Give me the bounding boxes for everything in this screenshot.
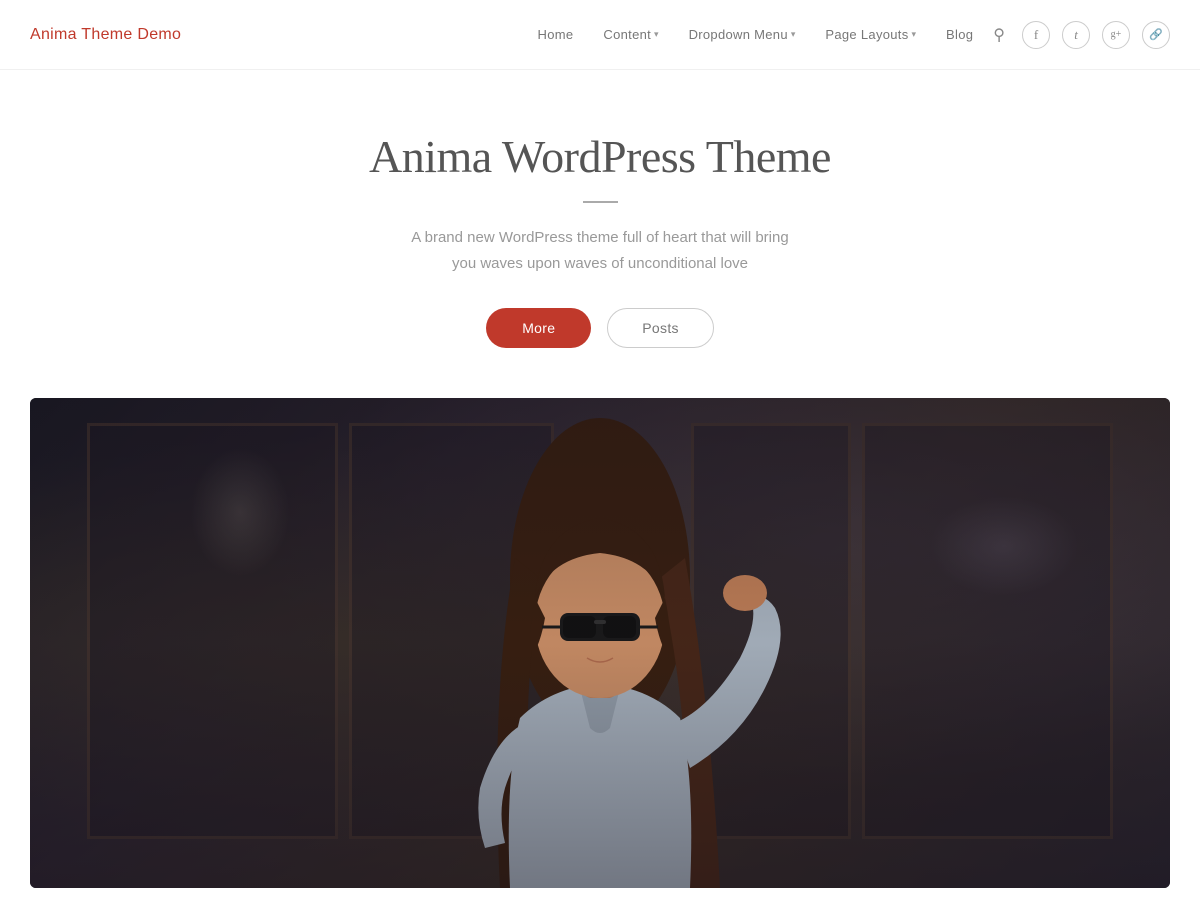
hero-title: Anima WordPress Theme xyxy=(20,130,1180,183)
image-overlay xyxy=(30,398,1170,888)
search-icon[interactable]: ⚲ xyxy=(993,25,1005,45)
link-icon[interactable]: 🔗 xyxy=(1142,21,1170,49)
twitter-icon[interactable]: t xyxy=(1062,21,1090,49)
chevron-down-icon: ▾ xyxy=(654,29,659,40)
nav-item-home[interactable]: Home xyxy=(538,26,574,44)
site-title[interactable]: Anima Theme Demo xyxy=(30,26,181,44)
main-nav: Home Content ▾ Dropdown Menu ▾ Page Layo… xyxy=(538,21,1170,49)
hero-section: Anima WordPress Theme A brand new WordPr… xyxy=(0,70,1200,398)
social-icons: ⚲ f t g+ 🔗 xyxy=(993,21,1170,49)
nav-item-content[interactable]: Content ▾ xyxy=(603,27,658,42)
nav-item-blog[interactable]: Blog xyxy=(946,26,973,44)
hero-subtitle: A brand new WordPress theme full of hear… xyxy=(20,225,1180,276)
posts-button[interactable]: Posts xyxy=(607,308,714,348)
chevron-down-icon: ▾ xyxy=(912,29,917,40)
chevron-down-icon: ▾ xyxy=(791,29,796,40)
facebook-icon[interactable]: f xyxy=(1022,21,1050,49)
hero-divider xyxy=(583,201,618,203)
google-plus-icon[interactable]: g+ xyxy=(1102,21,1130,49)
hero-buttons: More Posts xyxy=(20,308,1180,348)
nav-item-page-layouts[interactable]: Page Layouts ▾ xyxy=(825,27,916,42)
more-button[interactable]: More xyxy=(486,308,591,348)
nav-item-dropdown-menu[interactable]: Dropdown Menu ▾ xyxy=(689,27,796,42)
nav-links: Home Content ▾ Dropdown Menu ▾ Page Layo… xyxy=(538,26,974,44)
site-header: Anima Theme Demo Home Content ▾ Dropdown… xyxy=(0,0,1200,70)
hero-image xyxy=(30,398,1170,888)
